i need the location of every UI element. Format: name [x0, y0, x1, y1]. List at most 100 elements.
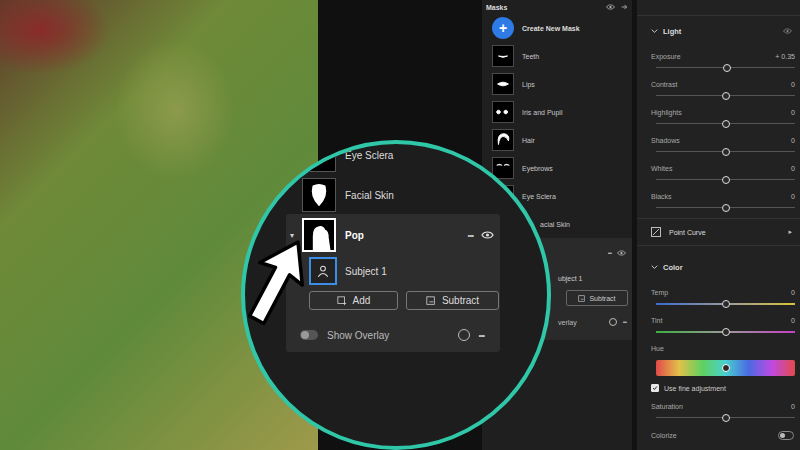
slider-label: Shadows: [651, 136, 680, 146]
slider-value[interactable]: 0: [791, 136, 795, 146]
mask-label: Iris and Pupil: [522, 109, 562, 116]
check-icon: [652, 385, 658, 391]
slider-knob[interactable]: [722, 300, 730, 308]
masks-title: Masks: [486, 4, 507, 11]
mask-item[interactable]: ▾Pop•••: [286, 218, 500, 252]
plus-icon[interactable]: +: [492, 17, 514, 39]
section-header[interactable]: Light: [637, 16, 800, 46]
slider-row: Shadows 0: [637, 130, 800, 158]
collapse-arrow-icon[interactable]: [621, 4, 628, 10]
slider-label: Whites: [651, 164, 672, 174]
expand-caret[interactable]: ▾: [290, 231, 302, 240]
curve-icon: [651, 227, 661, 237]
mask-label: Eyebrows: [522, 165, 553, 172]
slider-label: Highlights: [651, 108, 682, 118]
subtract-icon: [578, 295, 585, 302]
mask-thumbnail: [492, 129, 514, 151]
slider-row: Contrast0: [637, 74, 800, 102]
mask-shape-icon: [493, 158, 513, 178]
slider-value[interactable]: + 0.35: [775, 52, 795, 62]
expand-arrow[interactable]: ▸: [788, 228, 792, 236]
slider-value[interactable]: 0: [791, 192, 795, 202]
slider-label: Tint: [651, 316, 662, 326]
mask-item[interactable]: Iris and Pupil: [482, 98, 632, 126]
slider-knob[interactable]: [722, 148, 730, 156]
more-menu[interactable]: •••: [623, 319, 626, 325]
overlay-toggle[interactable]: [300, 330, 318, 340]
eye-icon[interactable]: [606, 4, 615, 10]
overlay-color-icon[interactable]: [609, 318, 617, 326]
slider-track[interactable]: [656, 146, 795, 158]
sub-mask-item[interactable]: Subject 1: [286, 257, 500, 285]
slider-track[interactable]: [656, 326, 795, 338]
mask-shape-icon: [493, 130, 513, 150]
slider-value[interactable]: 0: [791, 316, 795, 326]
more-menu[interactable]: •••: [468, 231, 473, 240]
slider-value[interactable]: 0: [791, 164, 795, 174]
hue-knob[interactable]: [722, 364, 730, 372]
slider-value[interactable]: 0: [791, 288, 795, 298]
mask-action-button[interactable]: Subtract: [406, 291, 499, 310]
eye-icon[interactable]: [481, 231, 494, 239]
mask-item[interactable]: Eyebrows: [482, 154, 632, 182]
more-menu[interactable]: •••: [479, 331, 484, 340]
mask-label: Hair: [522, 137, 535, 144]
point-curve-row[interactable]: Point Curve▸: [637, 218, 800, 246]
mask-item[interactable]: Lips: [482, 70, 632, 98]
slider-track[interactable]: [656, 202, 795, 214]
show-overlay-label: verlay: [558, 319, 577, 326]
mask-thumbnail: [492, 45, 514, 67]
slider-knob[interactable]: [722, 92, 730, 100]
slider-row: Saturation0: [637, 396, 800, 424]
overlay-color-icon[interactable]: [458, 329, 470, 341]
hue-row: Hue: [637, 338, 800, 380]
slider-knob[interactable]: [722, 120, 730, 128]
subtract-icon: [426, 296, 436, 306]
slider-knob[interactable]: [723, 64, 731, 72]
checkbox[interactable]: [651, 384, 659, 392]
slider-value[interactable]: 0: [791, 402, 795, 412]
slider-track[interactable]: [656, 118, 795, 130]
slider-track[interactable]: [656, 298, 795, 310]
slider-track[interactable]: [656, 62, 795, 74]
mask-item[interactable]: Facial Skin: [286, 178, 500, 212]
add-icon: [337, 296, 347, 306]
mask-thumbnail: [302, 218, 336, 252]
arrow-cursor-icon: [236, 234, 316, 334]
mask-action-button[interactable]: Add: [309, 291, 398, 310]
masks-header: Masks: [482, 0, 632, 14]
hue-bar[interactable]: [656, 360, 795, 376]
slider-knob[interactable]: [722, 176, 730, 184]
subtract-button[interactable]: Subtract: [566, 290, 628, 306]
toggle-row: Colorize: [637, 424, 800, 446]
slider-value[interactable]: 0: [791, 80, 795, 90]
slider-track[interactable]: [656, 174, 795, 186]
slider-row: Temp0: [637, 282, 800, 310]
section-header[interactable]: Color: [637, 252, 800, 282]
slider-knob[interactable]: [722, 414, 730, 422]
eye-icon[interactable]: [617, 250, 626, 256]
slider-row: Blacks0: [637, 186, 800, 214]
toggle-switch[interactable]: [778, 431, 794, 440]
hue-label: Hue: [651, 344, 664, 354]
mask-label: Lips: [522, 81, 535, 88]
checkbox-row[interactable]: Use fine adjustment: [637, 380, 800, 396]
slider-value[interactable]: 0: [791, 108, 795, 118]
mask-shape-icon: [303, 179, 335, 211]
mask-item[interactable]: Hair: [482, 126, 632, 154]
silhouette-icon: [304, 220, 334, 250]
adjust-section: LightExposure+ 0.35Contrast0Highlights0S…: [637, 16, 800, 252]
create-mask-button[interactable]: +Create New Mask: [482, 14, 632, 42]
slider-knob[interactable]: [722, 328, 730, 336]
chevron-icon[interactable]: [651, 28, 658, 34]
chevron-icon[interactable]: [651, 264, 658, 270]
lightroom-screen: Masks +Create New MaskTeeth Lips Iris and P…: [0, 0, 800, 450]
mask-item[interactable]: Teeth: [482, 42, 632, 70]
mask-shape-icon: [493, 46, 513, 66]
slider-track[interactable]: [656, 412, 795, 424]
slider-row: Whites 0: [637, 158, 800, 186]
slider-knob[interactable]: [722, 204, 730, 212]
eye-icon[interactable]: [783, 28, 792, 34]
slider-track[interactable]: [656, 90, 795, 102]
more-menu[interactable]: •••: [608, 250, 611, 256]
